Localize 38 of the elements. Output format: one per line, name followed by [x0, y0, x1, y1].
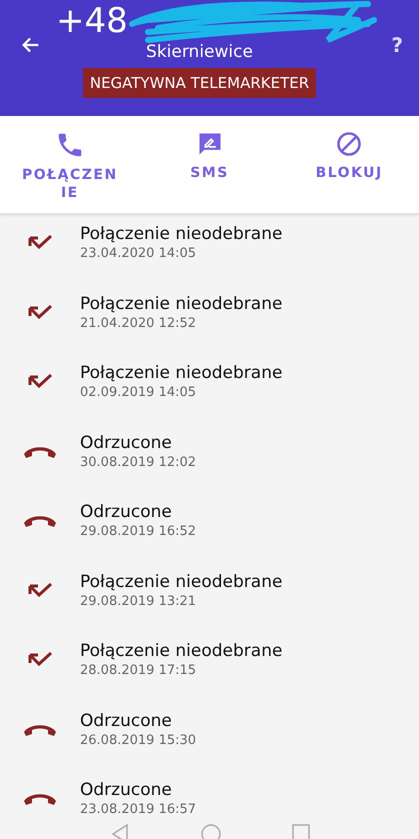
- location: Skierniewice: [146, 42, 253, 62]
- call-type: Odrzucone: [80, 779, 173, 802]
- call-type: Odrzucone: [80, 432, 173, 454]
- call-time: 28.08.2019 17:15: [80, 663, 198, 679]
- call-log-item[interactable]: Połączenie nieodebrane 02.09.2019 14:05: [0, 361, 419, 430]
- call-time: 23.04.2020 14:05: [80, 246, 198, 262]
- call-log-item[interactable]: Odrzucone 23.08.2019 16:57: [0, 778, 419, 839]
- call-time: 29.08.2019 13:21: [80, 594, 198, 610]
- call-time: 21.04.2020 12:52: [80, 316, 198, 332]
- block-action[interactable]: BLOKUJ: [279, 116, 419, 213]
- phone-number: +48: [56, 2, 128, 40]
- call-time: 26.08.2019 15:30: [80, 732, 196, 748]
- call-log-item[interactable]: Połączenie nieodebrane 21.04.2020 12:52: [0, 292, 419, 361]
- call-type: Połączenie nieodebrane: [80, 223, 282, 246]
- call-action[interactable]: POŁĄCZEN IE: [0, 116, 140, 213]
- nav-recents-icon[interactable]: [291, 823, 311, 839]
- call-time: 02.09.2019 14:05: [80, 385, 198, 401]
- nav-home-icon[interactable]: [200, 823, 222, 839]
- call-type: Połączenie nieodebrane: [80, 362, 282, 385]
- call-log-item[interactable]: Połączenie nieodebrane 23.04.2020 14:05: [0, 222, 419, 292]
- call-log-item[interactable]: Odrzucone 29.08.2019 16:52: [0, 500, 419, 570]
- call-log-item[interactable]: Odrzucone 26.08.2019 15:30: [0, 708, 419, 778]
- call-type: Połączenie nieodebrane: [80, 292, 282, 316]
- call-log-item[interactable]: Połączenie nieodebrane 29.08.2019 13:21: [0, 570, 419, 639]
- rating-badge: NEGATYWNA TELEMARKETER: [82, 68, 316, 98]
- block-icon: [335, 130, 364, 158]
- call-log-item[interactable]: Odrzucone 30.08.2019 12:02: [0, 430, 419, 500]
- call-type: Połączenie nieodebrane: [80, 570, 282, 594]
- call-log-item[interactable]: Połączenie nieodebrane 28.08.2019 17:15: [0, 639, 419, 708]
- nav-back-icon[interactable]: [110, 823, 130, 839]
- call-time: 29.08.2019 16:52: [80, 524, 196, 540]
- sms-action[interactable]: SMS: [140, 116, 280, 213]
- call-type: Odrzucone: [80, 710, 173, 732]
- call-type: Połączenie nieodebrane: [80, 640, 282, 663]
- call-time: 30.08.2019 12:02: [80, 454, 196, 470]
- call-time: 23.08.2019 16:57: [80, 802, 196, 818]
- call-type: Odrzucone: [80, 501, 173, 524]
- help-button[interactable]: ?: [391, 30, 403, 60]
